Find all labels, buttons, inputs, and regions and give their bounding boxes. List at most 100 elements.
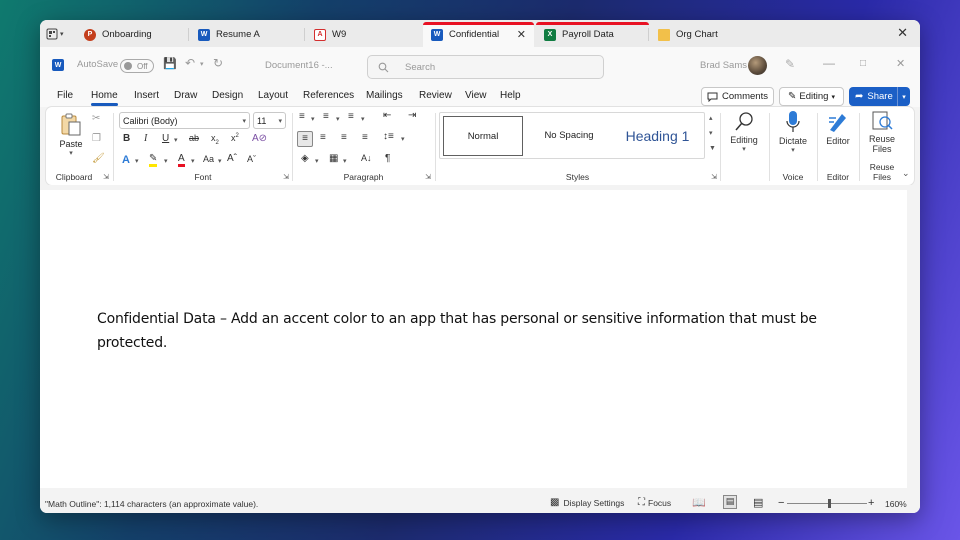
dialog-launcher-icon[interactable]: ⇲ xyxy=(425,173,431,181)
strikethrough-icon[interactable]: ab xyxy=(189,134,199,143)
menu-view[interactable]: View xyxy=(465,90,487,101)
chevron-down-icon[interactable]: ▾ xyxy=(191,158,195,165)
highlight-icon[interactable]: ✎ xyxy=(149,154,158,167)
menu-help[interactable]: Help xyxy=(500,90,521,101)
document-page[interactable]: Confidential Data – Add an accent color … xyxy=(40,190,907,488)
display-settings-button[interactable]: ▩ Display Settings xyxy=(550,497,624,508)
cut-icon[interactable]: ✂ xyxy=(92,114,100,124)
dialog-launcher-icon[interactable]: ⇲ xyxy=(283,173,289,181)
chevron-down-icon[interactable]: ▾ xyxy=(361,116,365,123)
share-dropdown-icon[interactable]: ▾ xyxy=(897,87,910,106)
text-effects-icon[interactable]: A xyxy=(122,155,130,166)
borders-icon[interactable]: ▦ xyxy=(329,154,338,164)
chevron-down-icon[interactable]: ▾ xyxy=(218,158,222,165)
align-center-icon[interactable]: ≡ xyxy=(320,133,326,143)
ribbon-collapse-icon[interactable]: ⌄ xyxy=(902,169,910,178)
undo-icon[interactable]: ↶ xyxy=(185,56,195,70)
reuse-files-button[interactable]: Reuse Files xyxy=(860,110,904,154)
tab-resume-a[interactable]: W Resume A xyxy=(190,22,305,47)
document-text[interactable]: Confidential Data – Add an accent color … xyxy=(97,307,857,355)
grow-font-icon[interactable]: Aˆ xyxy=(227,154,237,164)
menu-mailings[interactable]: Mailings xyxy=(366,90,403,101)
zoom-level[interactable]: 160% xyxy=(885,499,907,509)
decrease-indent-icon[interactable]: ⇤ xyxy=(383,111,391,121)
menu-insert[interactable]: Insert xyxy=(134,90,159,101)
read-mode-icon[interactable]: 📖 xyxy=(692,496,706,509)
chevron-down-icon[interactable]: ▾ xyxy=(343,158,347,165)
copy-icon[interactable]: ❐ xyxy=(92,134,101,144)
tab-onboarding[interactable]: P Onboarding xyxy=(76,22,189,47)
zoom-in-button[interactable]: + xyxy=(868,497,874,509)
chevron-down-icon[interactable]: ▾ xyxy=(311,116,315,123)
share-button[interactable]: ➦ Share ▾ xyxy=(849,87,910,106)
font-size-select[interactable]: 11 ▾ xyxy=(253,112,286,129)
maximize-icon[interactable]: □ xyxy=(860,58,866,69)
align-right-icon[interactable]: ≡ xyxy=(341,133,347,143)
menu-layout[interactable]: Layout xyxy=(258,90,288,101)
chevron-down-icon[interactable]: ▾ xyxy=(336,116,340,123)
bold-icon[interactable]: B xyxy=(123,134,130,144)
align-left-icon[interactable]: ≡ xyxy=(297,131,313,147)
save-icon[interactable]: 💾 xyxy=(163,57,177,70)
underline-icon[interactable]: U xyxy=(162,134,169,144)
document-name[interactable]: Document16 -... xyxy=(265,60,333,71)
zoom-slider[interactable] xyxy=(787,503,867,504)
sort-icon[interactable]: A↓ xyxy=(361,154,372,163)
chevron-down-icon[interactable]: ▾ xyxy=(174,137,178,144)
minimize-icon[interactable]: — xyxy=(823,56,835,70)
menu-references[interactable]: References xyxy=(303,90,354,101)
subscript-icon[interactable]: x2 xyxy=(211,134,219,146)
tab-confidential[interactable]: W Confidential ✕ xyxy=(423,22,534,47)
web-layout-icon[interactable]: ▤ xyxy=(753,496,763,509)
menu-file[interactable]: File xyxy=(57,90,73,101)
format-painter-icon[interactable]: 🖌 xyxy=(92,154,105,164)
dictate-button[interactable]: Dictate ▾ xyxy=(770,110,816,154)
close-tab-icon[interactable]: ✕ xyxy=(517,28,526,41)
numbering-icon[interactable]: ≡ xyxy=(323,112,329,122)
chevron-down-icon[interactable]: ▾ xyxy=(315,158,319,165)
clear-formatting-icon[interactable]: A⊘ xyxy=(252,134,267,144)
vertical-scrollbar[interactable] xyxy=(909,190,918,488)
menu-home[interactable]: Home xyxy=(91,90,118,106)
search-box[interactable]: Search xyxy=(367,55,604,79)
editing-mode-button[interactable]: ✎ Editing ▾ xyxy=(779,87,844,106)
font-name-select[interactable]: Calibri (Body) ▾ xyxy=(119,112,250,129)
redo-icon[interactable]: ↻ xyxy=(213,56,223,70)
editing-button[interactable]: Editing ▾ xyxy=(722,111,766,153)
line-spacing-icon[interactable]: ↕≡ xyxy=(383,132,394,142)
tab-payroll-data[interactable]: X Payroll Data xyxy=(536,22,649,47)
increase-indent-icon[interactable]: ⇥ xyxy=(408,111,416,121)
avatar[interactable] xyxy=(748,56,767,75)
dialog-launcher-icon[interactable]: ⇲ xyxy=(711,173,717,181)
chevron-down-icon[interactable]: ▾ xyxy=(164,158,168,165)
superscript-icon[interactable]: x2 xyxy=(231,133,239,143)
zoom-slider-thumb[interactable] xyxy=(828,499,831,508)
shrink-font-icon[interactable]: Aˇ xyxy=(247,155,256,164)
dialog-launcher-icon[interactable]: ⇲ xyxy=(103,173,109,181)
editor-button[interactable]: Editor xyxy=(818,110,858,146)
shading-icon[interactable]: ◈ xyxy=(301,154,309,164)
menu-draw[interactable]: Draw xyxy=(174,90,197,101)
font-color-icon[interactable]: A xyxy=(178,154,185,167)
menu-design[interactable]: Design xyxy=(212,90,243,101)
zoom-out-button[interactable]: − xyxy=(778,497,784,509)
change-case-icon[interactable]: Aa xyxy=(203,155,214,164)
comments-button[interactable]: Comments xyxy=(701,87,774,106)
show-formatting-icon[interactable]: ¶ xyxy=(385,154,390,164)
close-window-icon[interactable]: ✕ xyxy=(897,25,908,41)
undo-dropdown-icon[interactable]: ▾ xyxy=(200,60,204,68)
autosave-toggle[interactable]: Off xyxy=(120,59,154,73)
paste-button[interactable]: Paste ▾ xyxy=(54,112,88,157)
menu-review[interactable]: Review xyxy=(419,90,452,101)
tab-w9[interactable]: A W9 xyxy=(306,22,421,47)
pen-icon[interactable]: ✎ xyxy=(785,57,795,71)
italic-icon[interactable]: I xyxy=(144,134,147,144)
chevron-down-icon[interactable]: ▾ xyxy=(401,136,405,143)
multilevel-list-icon[interactable]: ≡ xyxy=(348,112,354,122)
focus-button[interactable]: ⛶ Focus xyxy=(638,497,671,508)
tab-org-chart[interactable]: Org Chart xyxy=(650,22,765,47)
tab-groups-button[interactable]: ▾ xyxy=(46,26,74,42)
print-layout-icon[interactable]: ▤ xyxy=(723,495,737,509)
close-icon[interactable]: ✕ xyxy=(896,57,905,70)
justify-icon[interactable]: ≡ xyxy=(362,133,368,143)
